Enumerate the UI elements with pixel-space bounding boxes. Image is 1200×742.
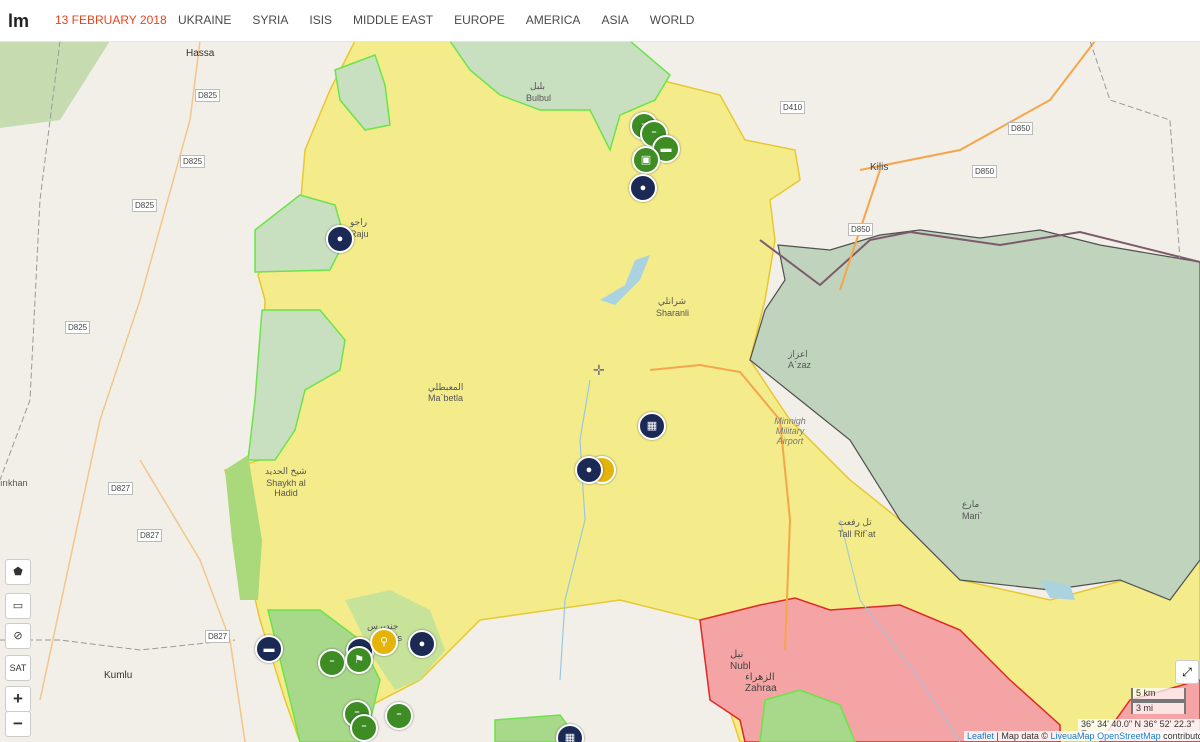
- location-pin-icon[interactable]: ⚲: [370, 628, 398, 656]
- place-hassa: Hassa: [186, 48, 215, 59]
- draw-polygon-button[interactable]: ⬟: [5, 559, 31, 585]
- site-logo[interactable]: lm: [8, 9, 29, 33]
- rifle-icon[interactable]: ⁼: [350, 714, 378, 742]
- road-badge: D827: [108, 482, 134, 495]
- zoom-in-button[interactable]: +: [5, 686, 31, 712]
- leaflet-link[interactable]: Leaflet: [967, 731, 994, 741]
- road-kilis-ne: [859, 41, 1096, 171]
- bomb-icon[interactable]: ●: [408, 630, 436, 658]
- flag-icon[interactable]: ⚑: [345, 646, 373, 674]
- place-tallrifat-ar: تل رفعت: [838, 517, 872, 527]
- bomb-icon[interactable]: ●: [629, 174, 657, 202]
- road-badge: D825: [132, 199, 158, 212]
- zoom-out-button[interactable]: −: [5, 711, 31, 737]
- satellite-toggle-button[interactable]: SAT: [5, 655, 31, 681]
- nav-world[interactable]: WORLD: [650, 13, 695, 27]
- nav-ukraine[interactable]: UKRAINE: [178, 13, 231, 27]
- road-badge: D850: [848, 223, 874, 236]
- main-nav: UKRAINE SYRIA ISIS MIDDLE EAST EUROPE AM…: [178, 13, 715, 27]
- road-badge: D827: [205, 630, 231, 643]
- nav-europe[interactable]: EUROPE: [454, 13, 505, 27]
- scale-mi: 3 mi: [1131, 701, 1186, 714]
- place-mabetla: Ma`betla: [428, 393, 464, 403]
- admin-border-2: [1089, 41, 1181, 261]
- bomb-icon[interactable]: ●: [575, 456, 603, 484]
- admin-border-3: [0, 639, 236, 651]
- rifle-icon[interactable]: ⁼: [318, 649, 346, 677]
- bomb-icon[interactable]: ●: [326, 225, 354, 253]
- place-mari: Mari`: [962, 511, 983, 521]
- attribution: Leaflet | Map data © LiveuaMap OpenStree…: [964, 731, 1200, 741]
- place-kilis: Kilis: [870, 162, 889, 173]
- place-bulbul-ar: بلبل: [530, 81, 546, 91]
- place-shaykh: Shaykh al Hadid: [266, 478, 306, 498]
- place-bulbul: Bulbul: [526, 93, 552, 103]
- date-label[interactable]: 13 FEBRUARY 2018: [55, 13, 167, 27]
- road-badge: D825: [195, 89, 221, 102]
- place-zahraa: Zahraa: [745, 683, 777, 694]
- map-layers: [0, 41, 1200, 742]
- place-sharanli-ar: شرانلي: [658, 296, 686, 306]
- top-bar: lm 13 FEBRUARY 2018 UKRAINE SYRIA ISIS M…: [0, 0, 1200, 42]
- attribution-sep: | Map data ©: [994, 731, 1051, 741]
- scale-km: 5 km: [1131, 688, 1186, 701]
- terrain-patch: [0, 41, 110, 128]
- attribution-tail: contributors: [1163, 731, 1200, 741]
- liveuamap-link[interactable]: LiveuaMap: [1051, 731, 1095, 741]
- ruler-button[interactable]: ▭: [5, 593, 31, 619]
- nav-america[interactable]: AMERICA: [526, 13, 581, 27]
- place-kumlu: Kumlu: [104, 670, 133, 681]
- nav-middle-east[interactable]: MIDDLE EAST: [353, 13, 433, 27]
- nav-asia[interactable]: ASIA: [601, 13, 628, 27]
- road-west: [39, 41, 201, 701]
- road-badge: D410: [780, 101, 806, 114]
- place-tallrifat: Tall Rif`at: [838, 529, 876, 539]
- rifle-icon[interactable]: ⁼: [385, 702, 413, 730]
- tank-icon[interactable]: ▬: [255, 635, 283, 663]
- place-azaz-ar: اعزاز: [788, 349, 808, 359]
- place-mari-ar: مارع: [962, 499, 980, 509]
- crosshair-icon: ✛: [593, 362, 605, 378]
- place-sharanli: Sharanli: [656, 308, 690, 318]
- map-report-icon[interactable]: ▦: [638, 412, 666, 440]
- nav-syria[interactable]: SYRIA: [252, 13, 288, 27]
- road-badge: D827: [137, 529, 163, 542]
- place-shaykh-ar: شيخ الحديد: [265, 466, 307, 476]
- place-kirikhan: ırıkhan: [0, 478, 28, 488]
- road-badge: D825: [180, 155, 206, 168]
- road-badge: D850: [1008, 122, 1034, 135]
- place-azaz: A`zaz: [788, 360, 812, 370]
- hide-layers-button[interactable]: ⊘: [5, 623, 31, 649]
- place-nubl: Nubl: [730, 661, 751, 672]
- place-raju-ar: راجو: [350, 217, 368, 227]
- place-minnigh: Minnigh Military Airport: [774, 416, 806, 446]
- place-nubl-ar: نبل: [730, 649, 744, 660]
- map-canvas[interactable]: D825 D825 D825 D825 D410 D850 D850 D850 …: [0, 41, 1200, 742]
- road-badge: D850: [972, 165, 998, 178]
- road-badge: D825: [65, 321, 91, 334]
- nav-isis[interactable]: ISIS: [309, 13, 332, 27]
- place-zahraa-ar: الزهراء: [745, 672, 775, 683]
- osm-link[interactable]: OpenStreetMap: [1097, 731, 1161, 741]
- fullscreen-button[interactable]: ⤢: [1175, 660, 1199, 684]
- photo-icon[interactable]: ▣: [632, 146, 660, 174]
- place-mabetla-ar: المعبطلي: [428, 382, 464, 392]
